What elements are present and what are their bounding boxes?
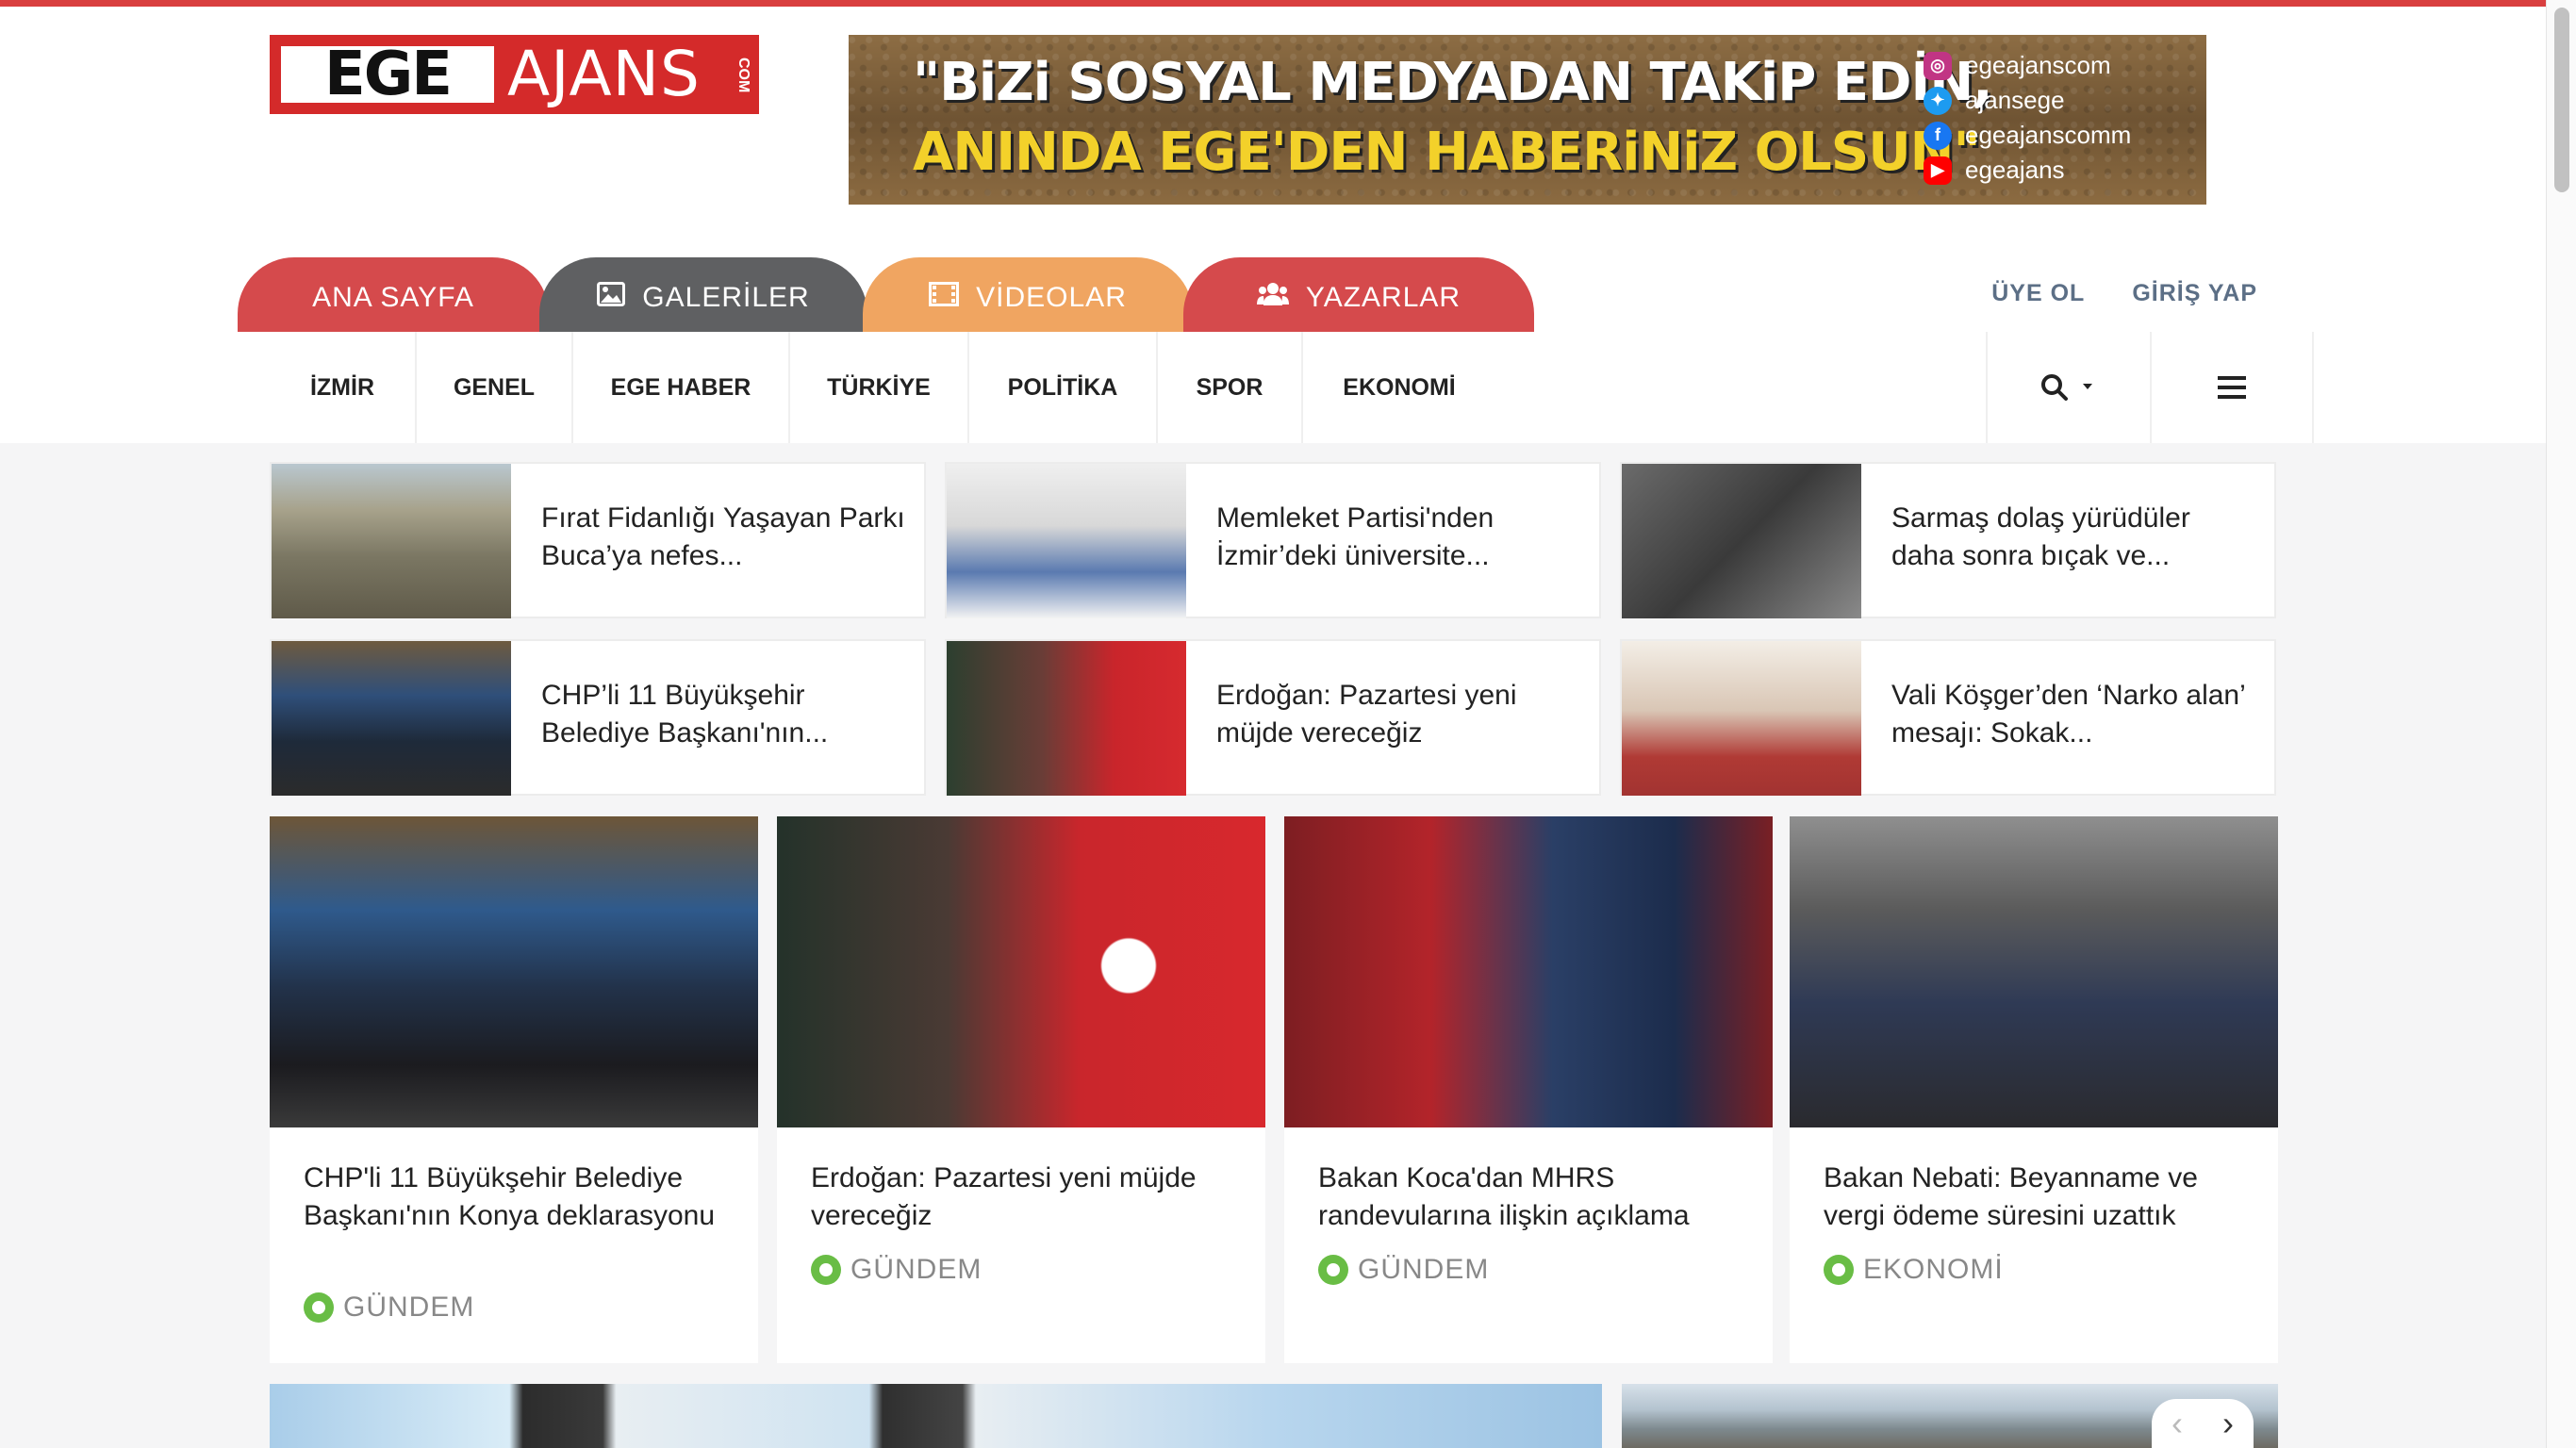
category-dot-icon — [1318, 1255, 1348, 1285]
news-title: Sarmaş dolaş yürüdüler daha sonra bıçak … — [1891, 502, 2190, 571]
small-news-card[interactable]: Memleket Partisi'nden İzmir’deki ünivers… — [945, 462, 1601, 618]
tab-home[interactable]: ANA SAYFA — [238, 257, 549, 338]
news-thumbnail — [947, 464, 1186, 618]
nav-item-turkiye[interactable]: TÜRKİYE — [790, 332, 969, 443]
search-icon — [2041, 374, 2092, 401]
logo-ege-text: EGE — [281, 44, 494, 105]
tab-galleries-label: GALERİLER — [642, 282, 810, 313]
logo-ajans-text: AJANS — [507, 38, 701, 110]
film-icon — [929, 282, 960, 314]
social-handle: egeajans — [1965, 156, 2065, 184]
news-title: Fırat Fidanlığı Yaşayan Parkı Buca’ya ne… — [541, 502, 905, 571]
facebook-icon: f — [1924, 121, 1952, 150]
news-title: Memleket Partisi'nden İzmir’deki ünivers… — [1216, 502, 1494, 571]
search-toggle[interactable] — [1986, 332, 2150, 443]
register-link[interactable]: ÜYE OL — [1991, 280, 2085, 307]
small-news-card[interactable]: Erdoğan: Pazartesi yeni müjde vereceğiz — [945, 639, 1601, 796]
nav-item-spor[interactable]: SPOR — [1158, 332, 1303, 443]
small-news-card[interactable]: Sarmaş dolaş yürüdüler daha sonra bıçak … — [1620, 462, 2276, 618]
category-tag[interactable]: GÜNDEM — [811, 1254, 982, 1286]
news-title: Erdoğan: Pazartesi yeni müjde vereceğiz — [811, 1162, 1197, 1231]
news-image — [777, 816, 1265, 1127]
category-tag[interactable]: GÜNDEM — [304, 1292, 474, 1324]
social-media-banner-ad[interactable]: "BiZi SOSYAL MEDYADAN TAKiP EDİN, ANINDA… — [849, 35, 2206, 205]
news-thumbnail — [272, 641, 511, 796]
small-news-card[interactable]: Fırat Fidanlığı Yaşayan Parkı Buca’ya ne… — [270, 462, 926, 618]
social-handle: egeajanscomm — [1965, 121, 2132, 149]
chevron-right-icon[interactable]: › — [2222, 1404, 2234, 1443]
featured-news-card[interactable]: Bakan Nebati: Beyanname ve vergi ödeme s… — [1790, 816, 2278, 1363]
category-dot-icon — [1824, 1255, 1854, 1285]
tab-videos-label: VİDEOLAR — [976, 282, 1127, 313]
featured-news-card[interactable]: Bakan Koca'dan MHRS randevularına ilişki… — [1284, 816, 1773, 1363]
social-handle: egeajanscom — [1965, 51, 2111, 79]
category-dot-icon — [304, 1292, 334, 1323]
twitter-icon: ✦ — [1924, 86, 1952, 115]
news-title: Erdoğan: Pazartesi yeni müjde vereceğiz — [1216, 680, 1517, 749]
image-icon — [597, 282, 626, 314]
social-row-twitter: ✦ ajansege — [1924, 83, 2131, 118]
logo-com-text: COM — [735, 58, 751, 93]
news-image — [270, 816, 758, 1127]
headline-slider-image[interactable] — [270, 1384, 1602, 1448]
featured-news-card[interactable]: CHP'li 11 Büyükşehir Belediye Başkanı'nı… — [270, 816, 758, 1363]
tab-home-label: ANA SAYFA — [312, 282, 474, 313]
nav-item-ege-haber[interactable]: EGE HABER — [573, 332, 790, 443]
nav-item-genel[interactable]: GENEL — [417, 332, 573, 443]
nav-item-ekonomi[interactable]: EKONOMİ — [1303, 332, 1495, 443]
youtube-icon: ▶ — [1924, 156, 1952, 185]
site-header: EGE AJANS COM "BiZi SOSYAL MEDYADAN TAKi… — [0, 7, 2546, 338]
category-tag[interactable]: EKONOMİ — [1824, 1254, 2004, 1286]
users-icon — [1256, 282, 1289, 314]
featured-news-card[interactable]: Erdoğan: Pazartesi yeni müjde vereceğiz … — [777, 816, 1265, 1363]
auth-links: ÜYE OL GİRİŞ YAP — [1991, 280, 2257, 307]
category-tag[interactable]: GÜNDEM — [1318, 1254, 1489, 1286]
scrollbar-thumb[interactable] — [2554, 8, 2569, 192]
news-thumbnail — [1622, 641, 1861, 796]
social-row-facebook: f egeajanscomm — [1924, 118, 2131, 153]
category-label: GÜNDEM — [1358, 1254, 1490, 1285]
category-label: GÜNDEM — [850, 1254, 983, 1285]
login-link[interactable]: GİRİŞ YAP — [2132, 280, 2257, 307]
banner-social-list: ◎ egeajanscom ✦ ajansege f egeajanscomm … — [1924, 48, 2131, 188]
small-news-card[interactable]: Vali Köşger’den ‘Narko alan’ mesajı: Sok… — [1620, 639, 2276, 796]
banner-headline-2: ANINDA EGE'DEN HABERiNiZ OLSUN" — [913, 122, 1981, 183]
news-image — [1284, 816, 1773, 1127]
news-thumbnail — [947, 641, 1186, 796]
menu-toggle[interactable] — [2150, 332, 2314, 443]
social-row-youtube: ▶ egeajans — [1924, 153, 2131, 188]
category-label: GÜNDEM — [343, 1292, 475, 1323]
hamburger-menu-icon — [2218, 376, 2246, 399]
social-row-instagram: ◎ egeajanscom — [1924, 48, 2131, 83]
news-title: Bakan Nebati: Beyanname ve vergi ödeme s… — [1824, 1162, 2198, 1231]
social-handle: ajansege — [1965, 86, 2065, 114]
nav-item-politika[interactable]: POLİTİKA — [969, 332, 1158, 443]
category-nav: İZMİR GENEL EGE HABER TÜRKİYE POLİTİKA S… — [0, 332, 2546, 443]
news-thumbnail — [272, 464, 511, 618]
site-logo[interactable]: EGE AJANS COM — [270, 35, 759, 114]
news-title: CHP’li 11 Büyükşehir Belediye Başkanı'nı… — [541, 680, 829, 749]
tab-authors-label: YAZARLAR — [1305, 282, 1461, 313]
small-news-card[interactable]: CHP’li 11 Büyükşehir Belediye Başkanı'nı… — [270, 639, 926, 796]
chevron-left-icon[interactable]: ‹ — [2171, 1404, 2183, 1443]
news-image — [1790, 816, 2278, 1127]
news-thumbnail — [1622, 464, 1861, 618]
instagram-icon: ◎ — [1924, 51, 1952, 80]
tab-authors[interactable]: YAZARLAR — [1183, 257, 1534, 338]
page-scrollbar[interactable] — [2546, 0, 2576, 1448]
category-dot-icon — [811, 1255, 841, 1285]
news-title: Bakan Koca'dan MHRS randevularına ilişki… — [1318, 1162, 1690, 1231]
tab-videos[interactable]: VİDEOLAR — [863, 257, 1193, 338]
banner-headline-1: "BiZi SOSYAL MEDYADAN TAKiP EDİN, — [913, 52, 1992, 113]
news-title: Vali Köşger’den ‘Narko alan’ mesajı: Sok… — [1891, 680, 2245, 749]
main-tab-bar: ANA SAYFA GALERİLER VİDEOLAR YAZARLAR ÜY… — [0, 250, 2546, 338]
slider-controls: ‹ › — [2152, 1399, 2254, 1448]
nav-item-izmir[interactable]: İZMİR — [270, 332, 417, 443]
category-label: EKONOMİ — [1863, 1254, 2004, 1285]
top-accent-bar — [0, 0, 2546, 7]
news-title: CHP'li 11 Büyükşehir Belediye Başkanı'nı… — [304, 1162, 716, 1231]
tab-galleries[interactable]: GALERİLER — [539, 257, 867, 338]
